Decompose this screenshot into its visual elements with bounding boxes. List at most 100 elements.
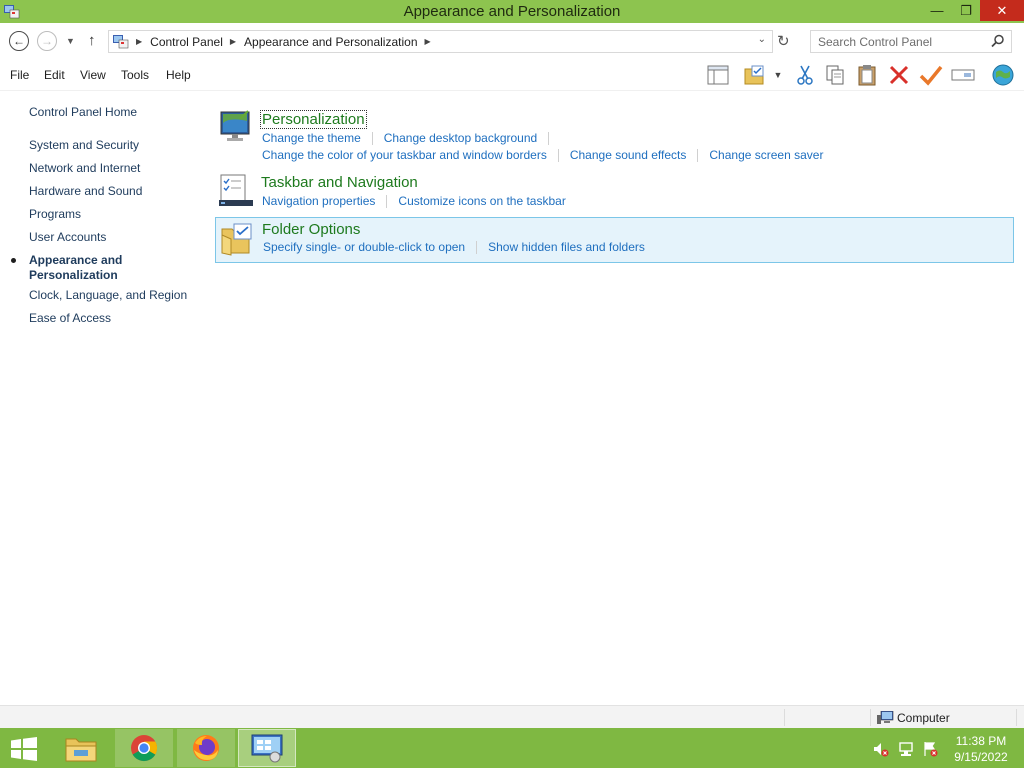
sidebar-control-panel-home[interactable]: Control Panel Home xyxy=(29,105,137,120)
sidebar-item-appearance[interactable]: Appearance and Personalization xyxy=(29,253,139,283)
scissors-icon xyxy=(797,65,813,85)
active-bullet xyxy=(11,258,16,263)
control-panel-icon xyxy=(251,734,283,763)
title-bar: Appearance and Personalization — ❐ ✕ xyxy=(0,0,1024,23)
taskbar-icon[interactable] xyxy=(218,173,254,209)
computer-icon xyxy=(877,711,894,724)
folder-options-icon[interactable] xyxy=(219,221,255,257)
task-customize-taskbar-icons[interactable]: Customize icons on the taskbar xyxy=(398,194,565,208)
refresh-button[interactable]: ↻ xyxy=(777,32,790,50)
chrome-icon xyxy=(131,735,158,762)
breadcrumb-appearance[interactable]: Appearance and Personalization xyxy=(244,35,417,49)
address-field[interactable]: ▶ Control Panel ▶ Appearance and Persona… xyxy=(108,30,773,53)
status-divider xyxy=(784,709,785,726)
breadcrumb-control-panel[interactable]: Control Panel xyxy=(150,35,223,49)
firefox-icon xyxy=(193,735,219,761)
taskbar: 11:38 PM 9/15/2022 xyxy=(0,728,1024,768)
taskbar-firefox[interactable] xyxy=(177,729,235,767)
task-navigation-properties[interactable]: Navigation properties xyxy=(262,194,375,208)
personalization-title[interactable]: Personalization xyxy=(260,110,367,129)
category-folder-options[interactable]: Folder Options Specify single- or double… xyxy=(215,217,1014,263)
internet-options-button[interactable] xyxy=(990,62,1016,88)
window-title: Appearance and Personalization xyxy=(403,3,621,20)
taskbar-control-panel[interactable] xyxy=(238,729,296,767)
taskbar-chrome[interactable] xyxy=(115,729,173,767)
cut-button[interactable] xyxy=(792,62,818,88)
action-center-icon[interactable] xyxy=(922,741,938,757)
task-row: Specify single- or double-click to open … xyxy=(263,240,645,254)
sidebar-item-hardware-sound[interactable]: Hardware and Sound xyxy=(29,184,142,199)
delete-button[interactable] xyxy=(886,62,912,88)
globe-icon xyxy=(992,64,1014,86)
file-explorer-icon xyxy=(65,738,97,762)
taskbar-file-explorer[interactable] xyxy=(52,729,110,767)
rename-field-icon xyxy=(951,69,975,81)
layout-pane-icon xyxy=(707,65,729,85)
clock-date: 9/15/2022 xyxy=(954,750,1008,764)
task-divider xyxy=(386,195,388,208)
personalization-icon[interactable] xyxy=(218,109,254,145)
task-show-hidden-files[interactable]: Show hidden files and folders xyxy=(488,240,645,254)
minimize-button[interactable]: — xyxy=(922,0,952,21)
clock-time: 11:38 PM xyxy=(955,734,1007,748)
sidebar-item-network-internet[interactable]: Network and Internet xyxy=(29,161,140,176)
task-row: Navigation properties Customize icons on… xyxy=(262,194,566,208)
sidebar: Control Panel Home System and Security N… xyxy=(0,91,200,705)
task-change-theme[interactable]: Change the theme xyxy=(262,131,361,145)
task-row: Change the color of your taskbar and win… xyxy=(262,148,823,162)
chevron-right-icon[interactable]: ▶ xyxy=(230,37,236,46)
volume-muted-icon[interactable] xyxy=(873,741,889,757)
folder-check-icon xyxy=(744,65,764,85)
chevron-right-icon[interactable]: ▶ xyxy=(425,37,431,46)
task-change-desktop-background[interactable]: Change desktop background xyxy=(384,131,537,145)
clock[interactable]: 11:38 PM 9/15/2022 xyxy=(948,733,1014,765)
folder-options-toolbar-button[interactable] xyxy=(742,62,768,88)
task-row: Change the theme Change desktop backgrou… xyxy=(262,131,560,145)
menu-bar: File Edit View Tools Help ▼ xyxy=(0,59,1024,91)
status-location: Computer xyxy=(897,711,950,725)
sidebar-item-user-accounts[interactable]: User Accounts xyxy=(29,230,106,245)
up-button[interactable]: ↑ xyxy=(88,32,96,49)
status-bar: Computer xyxy=(0,705,1024,728)
control-panel-icon xyxy=(113,34,129,48)
network-icon[interactable] xyxy=(898,741,914,757)
taskbar-navigation-title[interactable]: Taskbar and Navigation xyxy=(261,174,418,191)
menu-file[interactable]: File xyxy=(10,68,29,82)
properties-button[interactable] xyxy=(918,62,944,88)
rename-button[interactable] xyxy=(950,62,976,88)
recent-locations-dropdown[interactable]: ▼ xyxy=(66,36,75,46)
menu-edit[interactable]: Edit xyxy=(44,68,65,82)
task-single-double-click[interactable]: Specify single- or double-click to open xyxy=(263,240,465,254)
search-box[interactable] xyxy=(810,30,1012,53)
task-change-screen-saver[interactable]: Change screen saver xyxy=(709,148,823,162)
close-button[interactable]: ✕ xyxy=(980,0,1024,21)
task-change-sound-effects[interactable]: Change sound effects xyxy=(570,148,687,162)
back-button[interactable]: ← xyxy=(9,31,29,51)
menu-view[interactable]: View xyxy=(80,68,106,82)
clipboard-icon xyxy=(858,65,876,86)
folder-options-title[interactable]: Folder Options xyxy=(262,221,360,238)
search-icon[interactable] xyxy=(991,34,1005,48)
layout-button[interactable] xyxy=(705,62,731,88)
menu-tools[interactable]: Tools xyxy=(121,68,149,82)
menu-help[interactable]: Help xyxy=(166,68,191,82)
task-change-taskbar-color[interactable]: Change the color of your taskbar and win… xyxy=(262,148,547,162)
sidebar-item-ease-of-access[interactable]: Ease of Access xyxy=(29,311,111,326)
status-grip[interactable] xyxy=(1016,709,1017,726)
task-divider xyxy=(476,241,478,254)
sidebar-item-programs[interactable]: Programs xyxy=(29,207,81,222)
restore-button[interactable]: ❐ xyxy=(952,0,980,21)
chevron-right-icon[interactable]: ▶ xyxy=(136,37,142,46)
search-input[interactable] xyxy=(811,31,981,52)
sidebar-item-system-security[interactable]: System and Security xyxy=(29,138,139,153)
status-divider xyxy=(870,709,871,726)
forward-button[interactable]: → xyxy=(37,31,57,51)
sidebar-item-clock-language[interactable]: Clock, Language, and Region xyxy=(29,288,187,303)
windows-start-icon[interactable] xyxy=(10,737,38,761)
organize-dropdown[interactable]: ▼ xyxy=(770,62,786,88)
arrow-left-icon: ← xyxy=(13,34,25,48)
paste-button[interactable] xyxy=(854,62,880,88)
copy-button[interactable] xyxy=(822,62,848,88)
delete-x-icon xyxy=(889,65,909,85)
chevron-down-icon[interactable]: ⌄ xyxy=(758,34,766,45)
